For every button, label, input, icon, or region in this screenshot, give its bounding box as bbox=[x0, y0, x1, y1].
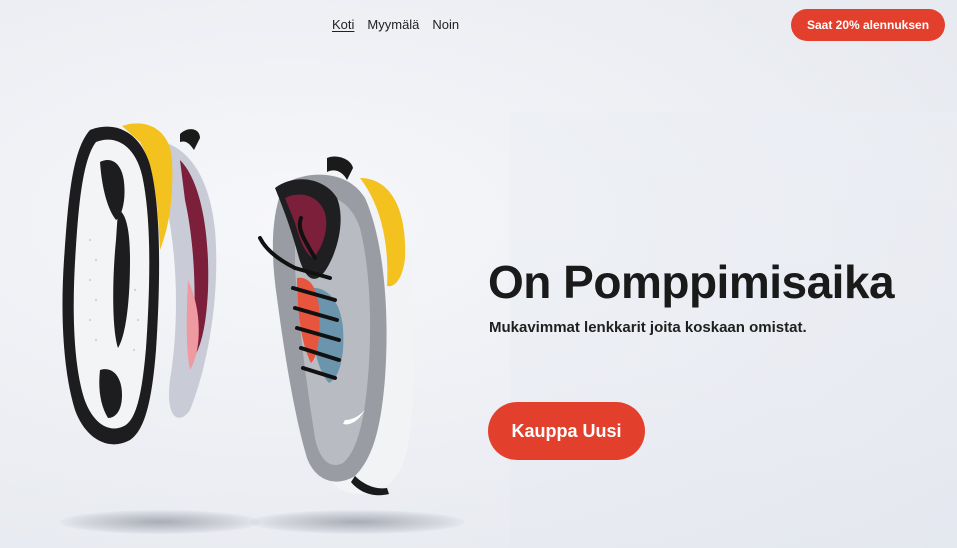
promo-discount-button[interactable]: Saat 20% alennuksen bbox=[791, 9, 945, 41]
left-shoe-shadow bbox=[60, 510, 260, 534]
nav-item-noin[interactable]: Noin bbox=[432, 16, 459, 34]
hero-subtitle: Mukavimmat lenkkarit joita koskaan omist… bbox=[489, 319, 807, 336]
page: Koti Myymälä Noin Saat 20% alennuksen On… bbox=[0, 0, 957, 548]
nav-item-koti[interactable]: Koti bbox=[332, 16, 354, 34]
right-shoe-icon bbox=[258, 156, 415, 496]
shop-now-button[interactable]: Kauppa Uusi bbox=[488, 402, 645, 460]
main-nav: Koti Myymälä Noin bbox=[332, 16, 459, 34]
right-shoe-shadow bbox=[250, 510, 465, 534]
left-shoe-icon bbox=[62, 123, 217, 445]
sneakers-pair-icon bbox=[62, 123, 415, 496]
nav-item-myymala[interactable]: Myymälä bbox=[367, 16, 419, 34]
hero-title: On Pomppimisaika bbox=[488, 256, 895, 308]
